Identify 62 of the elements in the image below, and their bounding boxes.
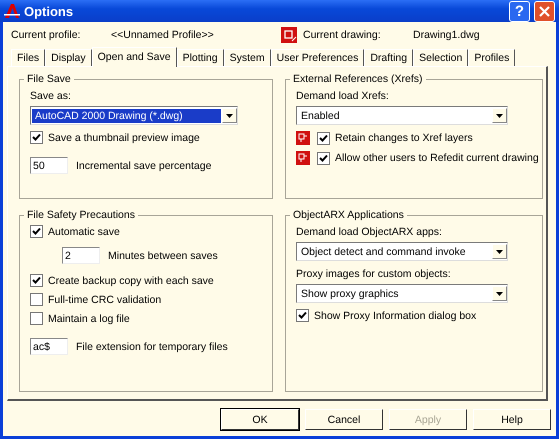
input-field[interactable]: 2 [62, 247, 100, 264]
tab[interactable]: System [224, 49, 271, 66]
profile-label: Current profile: [10, 29, 82, 41]
group-title: ObjectARX Applications [292, 209, 405, 221]
checkbox-label: Full-time CRC validation [48, 294, 162, 306]
drawing-name: Drawing1.dwg [413, 29, 480, 41]
tab[interactable]: User Preferences [270, 49, 364, 66]
group-title: File Save [26, 73, 72, 85]
checkbox[interactable] [30, 312, 43, 325]
checkbox-label: Allow other users to Refedit current drawing [335, 152, 539, 164]
checkbox-label: Maintain a log file [48, 312, 130, 324]
group-title: External References (Xrefs) [292, 73, 424, 85]
field-label: Demand load Xrefs: [296, 90, 390, 102]
tab[interactable]: Display [45, 49, 92, 66]
checkbox[interactable] [296, 309, 309, 322]
field-label: Incremental save percentage [76, 160, 212, 172]
checkbox-label: Save a thumbnail preview image [48, 132, 200, 144]
checkbox-label: Create backup copy with each save [48, 274, 214, 286]
tab[interactable]: Selection [413, 49, 468, 66]
drawing-label: Current drawing: [303, 29, 382, 41]
input-field[interactable]: 50 [30, 157, 68, 174]
checkbox[interactable] [317, 152, 330, 164]
close-button[interactable] [534, 0, 555, 22]
checkbox[interactable] [30, 293, 43, 306]
tab[interactable]: Plotting [176, 49, 224, 66]
field-label: File extension for temporary files [76, 340, 228, 352]
field-label: Save as: [30, 90, 72, 102]
field-label: Minutes between saves [108, 250, 218, 262]
dialog-button[interactable]: Cancel [305, 409, 383, 430]
dialog-button[interactable]: OK [221, 409, 299, 430]
checkbox-label: Automatic save [48, 226, 120, 238]
checkbox[interactable] [30, 225, 43, 238]
drawing-icon [281, 27, 297, 43]
checkbox[interactable] [30, 131, 43, 144]
field-label: Demand load ObjectARX apps: [296, 226, 443, 238]
dropdown-arrow-icon [226, 114, 233, 118]
checkbox[interactable] [30, 274, 43, 287]
checkbox-label: Retain changes to Xref layers [335, 132, 473, 144]
window-title: Options [24, 4, 74, 18]
dropdown[interactable]: Show proxy graphics [296, 284, 508, 303]
drawing-icon [296, 151, 310, 165]
input-field[interactable]: ac$ [30, 338, 68, 355]
close-icon [539, 6, 550, 16]
tab[interactable]: Profiles [468, 49, 516, 66]
dropdown-arrow-icon [496, 292, 503, 296]
field-label: Proxy images for custom objects: [296, 268, 452, 280]
dropdown-arrow-icon [496, 250, 503, 254]
tab[interactable]: Files [11, 49, 46, 66]
tab[interactable]: Open and Save [92, 47, 177, 67]
checkbox-label: Show Proxy Information dialog box [314, 310, 476, 322]
checkbox[interactable] [317, 132, 330, 144]
dropdown-arrow-icon [496, 114, 503, 118]
dropdown[interactable]: Object detect and command invoke [296, 242, 508, 261]
group-title: File Safety Precautions [26, 209, 136, 221]
dropdown[interactable]: AutoCAD 2000 Drawing (*.dwg) [30, 106, 238, 125]
help-button[interactable]: ? [509, 0, 530, 22]
profile-name: <<Unnamed Profile>> [111, 29, 215, 41]
dropdown[interactable]: Enabled [296, 106, 508, 125]
tab[interactable]: Drafting [364, 49, 414, 66]
drawing-icon [296, 131, 310, 145]
dialog-button[interactable]: Help [473, 409, 551, 430]
app-logo-icon [4, 3, 20, 19]
